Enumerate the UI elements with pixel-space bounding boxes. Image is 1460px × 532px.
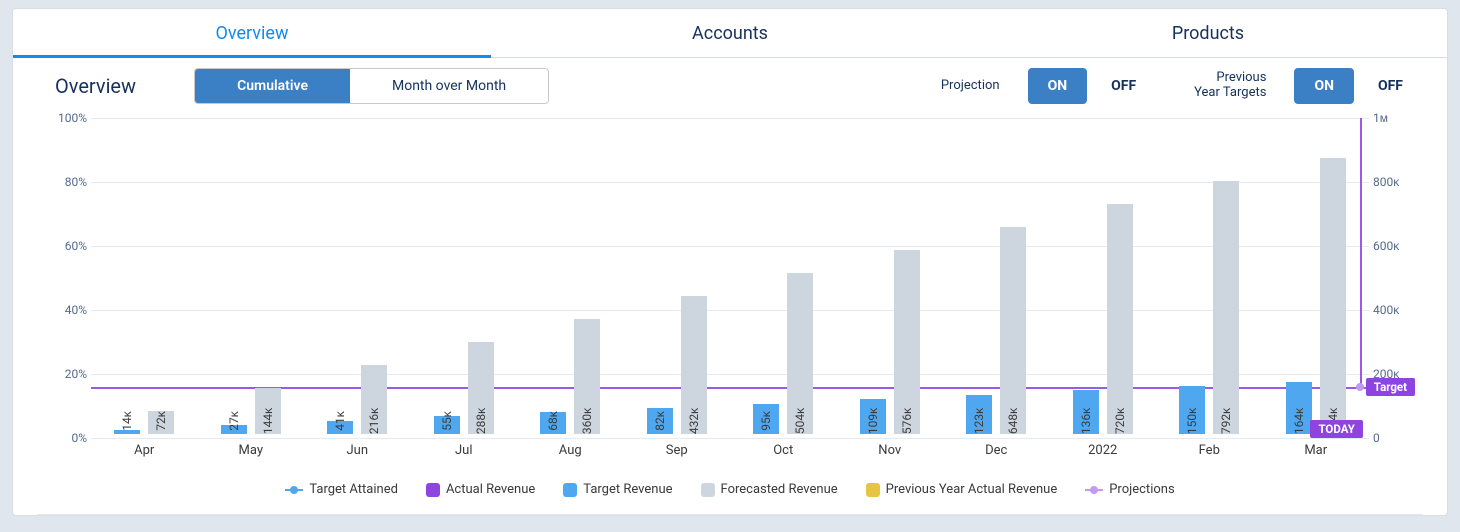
projection-line	[1360, 118, 1362, 387]
y-left-tick: 80%	[53, 175, 87, 189]
y-left-tick: 40%	[53, 303, 87, 317]
y-left-tick: 100%	[53, 111, 87, 125]
target-revenue-bar[interactable]: 123ᴋ	[966, 395, 992, 434]
bar-group: 123ᴋ 648ᴋ	[943, 118, 1050, 434]
bar-group: 164ᴋ 864ᴋ	[1263, 118, 1370, 434]
forecasted-revenue-bar[interactable]: 792ᴋ	[1213, 181, 1239, 434]
x-axis-ticks: AprMayJunJulAugSepOctNovDec2022FebMar	[91, 443, 1369, 458]
bar-group: 136ᴋ 720ᴋ	[1050, 118, 1157, 434]
x-tick: Apr	[91, 443, 198, 458]
swatch-icon	[563, 483, 577, 497]
target-revenue-bar[interactable]: 41ᴋ	[327, 421, 353, 434]
tab-accounts[interactable]: Accounts	[491, 9, 969, 57]
view-mode-mom[interactable]: Month over Month	[350, 69, 548, 103]
prev-targets-toggle-off[interactable]: OFF	[1358, 68, 1423, 104]
target-badge: Target	[1366, 378, 1415, 396]
projection-toggle-on[interactable]: ON	[1028, 68, 1088, 104]
y-right-tick: 1ᴍ	[1373, 111, 1413, 125]
bar-group: 27ᴋ 144ᴋ	[198, 118, 305, 434]
prev-targets-toggle-on[interactable]: ON	[1294, 68, 1354, 104]
bar-group: 150ᴋ 792ᴋ	[1156, 118, 1263, 434]
chart-plot-area: 0%020%200ᴋ40%400ᴋ60%600ᴋ80%800ᴋ100%1ᴍTar…	[37, 118, 1423, 434]
prev-targets-label: PreviousYear Targets	[1176, 71, 1274, 101]
projection-toggle-off[interactable]: OFF	[1091, 68, 1156, 104]
target-revenue-bar[interactable]: 55ᴋ	[434, 416, 460, 434]
projection-label: Projection	[923, 79, 1008, 94]
target-revenue-bar[interactable]: 68ᴋ	[540, 412, 566, 434]
y-left-tick: 20%	[53, 367, 87, 381]
legend-prev-actual-revenue: Previous Year Actual Revenue	[866, 482, 1058, 497]
target-revenue-bar[interactable]: 27ᴋ	[221, 425, 247, 434]
swatch-icon	[866, 483, 880, 497]
y-left-tick: 0%	[53, 431, 87, 445]
primary-tabs: Overview Accounts Products	[13, 9, 1447, 57]
x-tick: Jul	[411, 443, 518, 458]
x-tick: May	[198, 443, 305, 458]
line-marker-icon	[285, 484, 303, 496]
bar-groups: 14ᴋ 72ᴋ 27ᴋ 144ᴋ 41ᴋ 216ᴋ 55ᴋ 288ᴋ 68ᴋ 360ᴋ 82ᴋ 432…	[91, 118, 1369, 434]
y-left-tick: 60%	[53, 239, 87, 253]
forecasted-revenue-bar[interactable]: 144ᴋ	[255, 388, 281, 434]
swatch-icon	[426, 483, 440, 497]
forecasted-revenue-bar[interactable]: 864ᴋ	[1320, 158, 1346, 434]
forecasted-revenue-bar[interactable]: 576ᴋ	[894, 250, 920, 434]
x-tick: 2022	[1050, 443, 1157, 458]
legend-projections: Projections	[1085, 482, 1174, 497]
target-revenue-bar[interactable]: 136ᴋ	[1073, 390, 1099, 434]
forecasted-revenue-bar[interactable]: 504ᴋ	[787, 273, 813, 434]
controls-row: Overview Cumulative Month over Month Pro…	[13, 58, 1447, 114]
y-right-tick: 600ᴋ	[1373, 239, 1413, 253]
bar-group: 14ᴋ 72ᴋ	[91, 118, 198, 434]
target-revenue-bar[interactable]: 95ᴋ	[753, 404, 779, 434]
today-badge: TODAY	[1310, 420, 1362, 438]
line-marker-icon	[1085, 484, 1103, 496]
view-mode-cumulative[interactable]: Cumulative	[195, 69, 350, 103]
target-revenue-bar[interactable]: 150ᴋ	[1179, 386, 1205, 434]
section-title: Overview	[35, 74, 176, 98]
forecasted-revenue-bar[interactable]: 432ᴋ	[681, 296, 707, 434]
forecasted-revenue-bar[interactable]: 360ᴋ	[574, 319, 600, 434]
x-tick: Oct	[730, 443, 837, 458]
dashboard-card: Overview Accounts Products Overview Cumu…	[12, 8, 1448, 516]
x-tick: Mar	[1263, 443, 1370, 458]
bar-group: 109ᴋ 576ᴋ	[837, 118, 944, 434]
y-right-tick: 800ᴋ	[1373, 175, 1413, 189]
bar-group: 55ᴋ 288ᴋ	[411, 118, 518, 434]
forecasted-revenue-bar[interactable]: 216ᴋ	[361, 365, 387, 434]
legend-actual-revenue: Actual Revenue	[426, 482, 535, 497]
x-tick: Nov	[837, 443, 944, 458]
forecasted-revenue-bar[interactable]: 72ᴋ	[148, 411, 174, 434]
y-right-tick: 400ᴋ	[1373, 303, 1413, 317]
tab-overview[interactable]: Overview	[13, 9, 491, 57]
target-revenue-bar[interactable]: 109ᴋ	[860, 399, 886, 434]
target-revenue-bar[interactable]: 14ᴋ	[114, 430, 140, 434]
gridline	[91, 438, 1369, 439]
legend-target-revenue: Target Revenue	[563, 482, 672, 497]
x-tick: Dec	[943, 443, 1050, 458]
chart-container: 0%020%200ᴋ40%400ᴋ60%600ᴋ80%800ᴋ100%1ᴍTar…	[13, 114, 1447, 512]
forecasted-revenue-bar[interactable]: 720ᴋ	[1107, 204, 1133, 434]
bar-group: 82ᴋ 432ᴋ	[624, 118, 731, 434]
swatch-icon	[701, 483, 715, 497]
y-right-tick: 0	[1373, 431, 1413, 445]
x-tick: Sep	[624, 443, 731, 458]
target-revenue-bar[interactable]: 82ᴋ	[647, 408, 673, 434]
forecasted-revenue-bar[interactable]: 288ᴋ	[468, 342, 494, 434]
x-tick: Jun	[304, 443, 411, 458]
legend-target-attained: Target Attained	[285, 482, 398, 497]
divider	[37, 514, 1423, 515]
x-tick: Feb	[1156, 443, 1263, 458]
bar-group: 68ᴋ 360ᴋ	[517, 118, 624, 434]
bar-group: 41ᴋ 216ᴋ	[304, 118, 411, 434]
chart-legend: Target Attained Actual Revenue Target Re…	[37, 462, 1423, 502]
projection-toggle: ON OFF	[1026, 68, 1159, 104]
forecasted-revenue-bar[interactable]: 648ᴋ	[1000, 227, 1026, 434]
tab-products[interactable]: Products	[969, 9, 1447, 57]
prev-targets-toggle: ON OFF	[1292, 68, 1425, 104]
legend-forecasted-revenue: Forecasted Revenue	[701, 482, 838, 497]
bar-group: 95ᴋ 504ᴋ	[730, 118, 837, 434]
target-revenue-bar[interactable]: 164ᴋ	[1286, 382, 1312, 434]
x-tick: Aug	[517, 443, 624, 458]
view-mode-segment: Cumulative Month over Month	[194, 68, 549, 104]
